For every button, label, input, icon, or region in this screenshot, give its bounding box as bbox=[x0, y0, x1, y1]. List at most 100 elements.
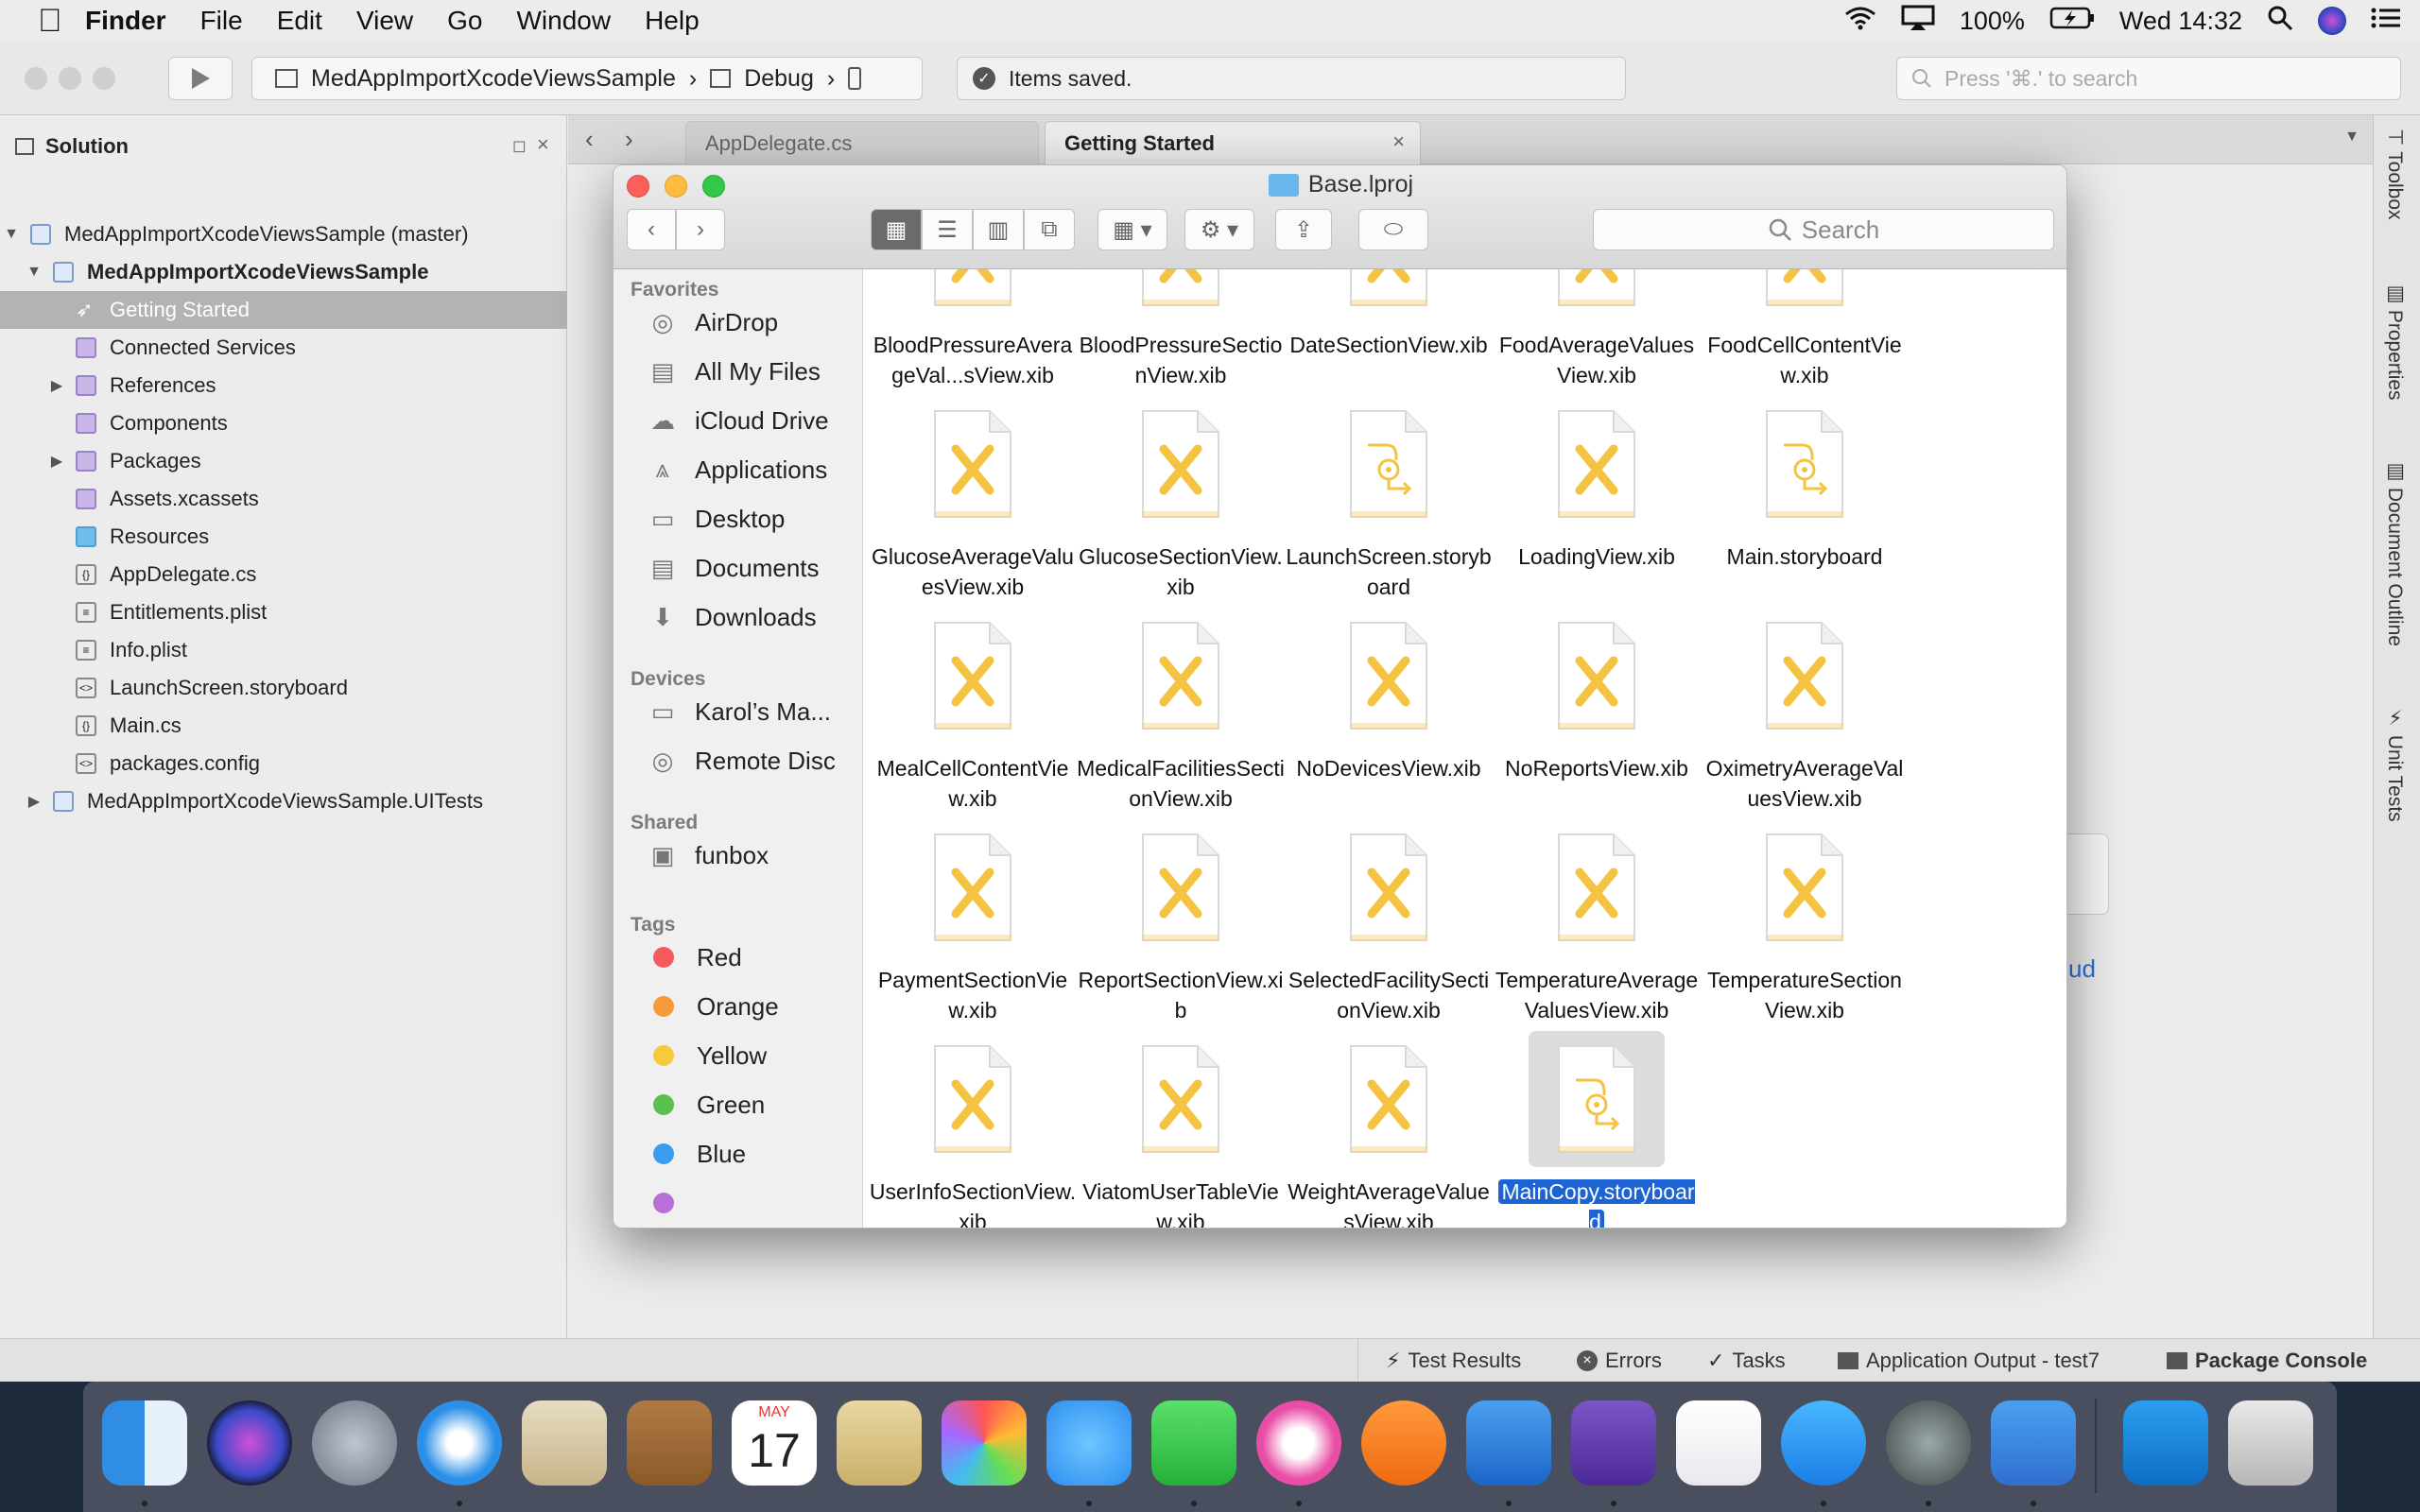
file-item[interactable]: MainCopy.storyboard bbox=[1493, 1031, 1701, 1228]
facetime-icon[interactable] bbox=[1151, 1400, 1236, 1486]
tree-row-entitlements[interactable]: ≡ Entitlements.plist bbox=[0, 593, 567, 631]
run-configuration-selector[interactable]: MedAppImportXcodeViewsSample › Debug › bbox=[251, 57, 923, 100]
menu-app-name[interactable]: Finder bbox=[85, 6, 166, 36]
disclosure-open-icon[interactable]: ▼ bbox=[2, 226, 21, 243]
file-item[interactable]: ReportSectionView.xib bbox=[1077, 819, 1285, 1025]
cover-flow-button[interactable]: ⧉ bbox=[1024, 209, 1075, 250]
tab-back-icon[interactable]: ‹ bbox=[585, 125, 594, 154]
disclosure-closed-icon[interactable]: ▶ bbox=[25, 792, 43, 811]
icon-view-button[interactable]: ▦ bbox=[871, 209, 922, 250]
menu-window[interactable]: Window bbox=[516, 6, 611, 36]
file-item[interactable]: BloodPressureAverageVal...sView.xib bbox=[869, 269, 1077, 390]
ide-search-field[interactable]: Press '⌘.' to search bbox=[1896, 57, 2401, 100]
device-icon[interactable] bbox=[848, 67, 862, 90]
airplay-icon[interactable] bbox=[1901, 5, 1935, 38]
sidebar-item-remote-disc[interactable]: ◎ Remote Disc bbox=[648, 742, 836, 780]
safari-icon[interactable] bbox=[417, 1400, 502, 1486]
sidebar-item-applications[interactable]: ⩓ Applications bbox=[648, 451, 828, 489]
tree-row-main-cs[interactable]: {} Main.cs bbox=[0, 707, 567, 745]
errors-pad[interactable]: × Errors bbox=[1577, 1349, 1662, 1373]
apple-icon[interactable]:  bbox=[38, 3, 85, 40]
ibooks-icon[interactable] bbox=[1361, 1400, 1446, 1486]
maximize-pad-icon[interactable]: ◻ bbox=[512, 136, 527, 156]
breadcrumb-config[interactable]: Debug bbox=[744, 65, 814, 93]
tree-row-connected-services[interactable]: Connected Services bbox=[0, 329, 567, 367]
file-item[interactable]: BloodPressureSectionView.xib bbox=[1077, 269, 1285, 390]
tags-button[interactable]: ⬭ bbox=[1358, 209, 1428, 250]
file-item[interactable]: TemperatureSectionView.xib bbox=[1701, 819, 1909, 1025]
tree-row-solution[interactable]: ▼ MedAppImportXcodeViewsSample (master) bbox=[0, 215, 567, 253]
file-item[interactable]: FoodAverageValuesView.xib bbox=[1493, 269, 1701, 390]
file-item[interactable]: MedicalFacilitiesSectionView.xib bbox=[1077, 608, 1285, 814]
menu-go[interactable]: Go bbox=[447, 6, 482, 36]
file-item[interactable]: NoReportsView.xib bbox=[1493, 608, 1701, 783]
close-pad-icon[interactable]: × bbox=[537, 132, 549, 157]
sidebar-item-all-my-files[interactable]: ▤ All My Files bbox=[648, 352, 821, 390]
sidebar-item-airdrop[interactable]: ◎ AirDrop bbox=[648, 303, 778, 341]
properties-tab[interactable]: ▤ Properties bbox=[2383, 282, 2406, 401]
file-item[interactable]: ViatomUserTableView.xib bbox=[1077, 1031, 1285, 1228]
minimize-window-button[interactable] bbox=[59, 67, 81, 90]
file-item[interactable]: OximetryAverageValuesView.xib bbox=[1701, 608, 1909, 814]
file-item[interactable]: GlucoseAverageValuesView.xib bbox=[869, 396, 1077, 602]
tree-row-getting-started[interactable]: ➶ Getting Started bbox=[0, 291, 567, 329]
sidebar-item-documents[interactable]: ▤ Documents bbox=[648, 549, 820, 587]
sidebar-tag-orange[interactable]: Orange bbox=[648, 988, 779, 1025]
zoom-window-button[interactable] bbox=[93, 67, 115, 90]
notification-center-icon[interactable] bbox=[2371, 7, 2401, 36]
wifi-icon[interactable] bbox=[1844, 6, 1876, 37]
tree-row-uitests[interactable]: ▶ MedAppImportXcodeViewsSample.UITests bbox=[0, 782, 567, 820]
launchpad-icon[interactable] bbox=[312, 1400, 397, 1486]
file-item[interactable]: GlucoseSectionView.xib bbox=[1077, 396, 1285, 602]
menu-view[interactable]: View bbox=[356, 6, 413, 36]
sidebar-tag-green[interactable]: Green bbox=[648, 1086, 765, 1124]
siri-menu-icon[interactable] bbox=[2318, 7, 2346, 35]
visual-studio-icon[interactable] bbox=[1571, 1400, 1656, 1486]
file-item[interactable]: UserInfoSectionView.xib bbox=[869, 1031, 1077, 1228]
system-preferences-icon[interactable] bbox=[1886, 1400, 1971, 1486]
breadcrumb-project[interactable]: MedAppImportXcodeViewsSample bbox=[311, 65, 676, 93]
file-item[interactable]: LaunchScreen.storyboard bbox=[1285, 396, 1493, 602]
unit-tests-tab[interactable]: ⚡ Unit Tests bbox=[2383, 707, 2406, 822]
xamarin-icon[interactable] bbox=[1676, 1400, 1761, 1486]
app-store-icon[interactable] bbox=[1781, 1400, 1866, 1486]
column-view-button[interactable]: ▥ bbox=[973, 209, 1024, 250]
list-view-button[interactable]: ☰ bbox=[922, 209, 973, 250]
xcode-icon[interactable] bbox=[1466, 1400, 1551, 1486]
run-button[interactable] bbox=[168, 57, 233, 100]
test-results-pad[interactable]: ⚡ Test Results bbox=[1386, 1349, 1521, 1373]
preview-icon[interactable] bbox=[837, 1400, 922, 1486]
getting-started-link[interactable]: ud bbox=[2068, 954, 2096, 984]
sidebar-tag-red[interactable]: Red bbox=[648, 938, 742, 976]
share-button[interactable]: ⇪ bbox=[1275, 209, 1332, 250]
sidebar-item-desktop[interactable]: ▭ Desktop bbox=[648, 500, 786, 538]
menu-file[interactable]: File bbox=[200, 6, 243, 36]
tree-row-info-plist[interactable]: ≡ Info.plist bbox=[0, 631, 567, 669]
close-tab-icon[interactable]: × bbox=[1392, 129, 1405, 154]
tree-row-launchscreen[interactable]: <> LaunchScreen.storyboard bbox=[0, 669, 567, 707]
file-item[interactable]: LoadingView.xib bbox=[1493, 396, 1701, 572]
finder-search-field[interactable]: Search bbox=[1593, 209, 2054, 250]
vscode-icon[interactable] bbox=[2123, 1400, 2208, 1486]
simulator-icon[interactable] bbox=[1991, 1400, 2076, 1486]
file-item[interactable]: PaymentSectionView.xib bbox=[869, 819, 1077, 1025]
messages-icon[interactable] bbox=[1046, 1400, 1132, 1486]
tree-row-references[interactable]: ▶ References bbox=[0, 367, 567, 404]
file-item[interactable]: MealCellContentView.xib bbox=[869, 608, 1077, 814]
action-button[interactable]: ⚙ ▾ bbox=[1184, 209, 1254, 250]
tab-forward-icon[interactable]: › bbox=[625, 125, 633, 154]
itunes-icon[interactable] bbox=[1256, 1400, 1341, 1486]
tree-row-assets[interactable]: Assets.xcassets bbox=[0, 480, 567, 518]
menu-help[interactable]: Help bbox=[645, 6, 700, 36]
tab-overflow-icon[interactable]: ▼ bbox=[2344, 129, 2360, 146]
clock[interactable]: Wed 14:32 bbox=[2119, 7, 2242, 36]
file-item[interactable]: SelectedFacilitySectionView.xib bbox=[1285, 819, 1493, 1025]
tree-row-packages[interactable]: ▶ Packages bbox=[0, 442, 567, 480]
tree-row-project[interactable]: ▼ MedAppImportXcodeViewsSample bbox=[0, 253, 567, 291]
arrange-button[interactable]: ▦ ▾ bbox=[1098, 209, 1167, 250]
sidebar-tag-blue[interactable]: Blue bbox=[648, 1135, 746, 1173]
forward-button[interactable]: › bbox=[676, 209, 725, 250]
disclosure-closed-icon[interactable]: ▶ bbox=[47, 376, 66, 395]
tree-row-packages-config[interactable]: <> packages.config bbox=[0, 745, 567, 782]
tab-appdelegate[interactable]: AppDelegate.cs bbox=[685, 121, 1039, 164]
